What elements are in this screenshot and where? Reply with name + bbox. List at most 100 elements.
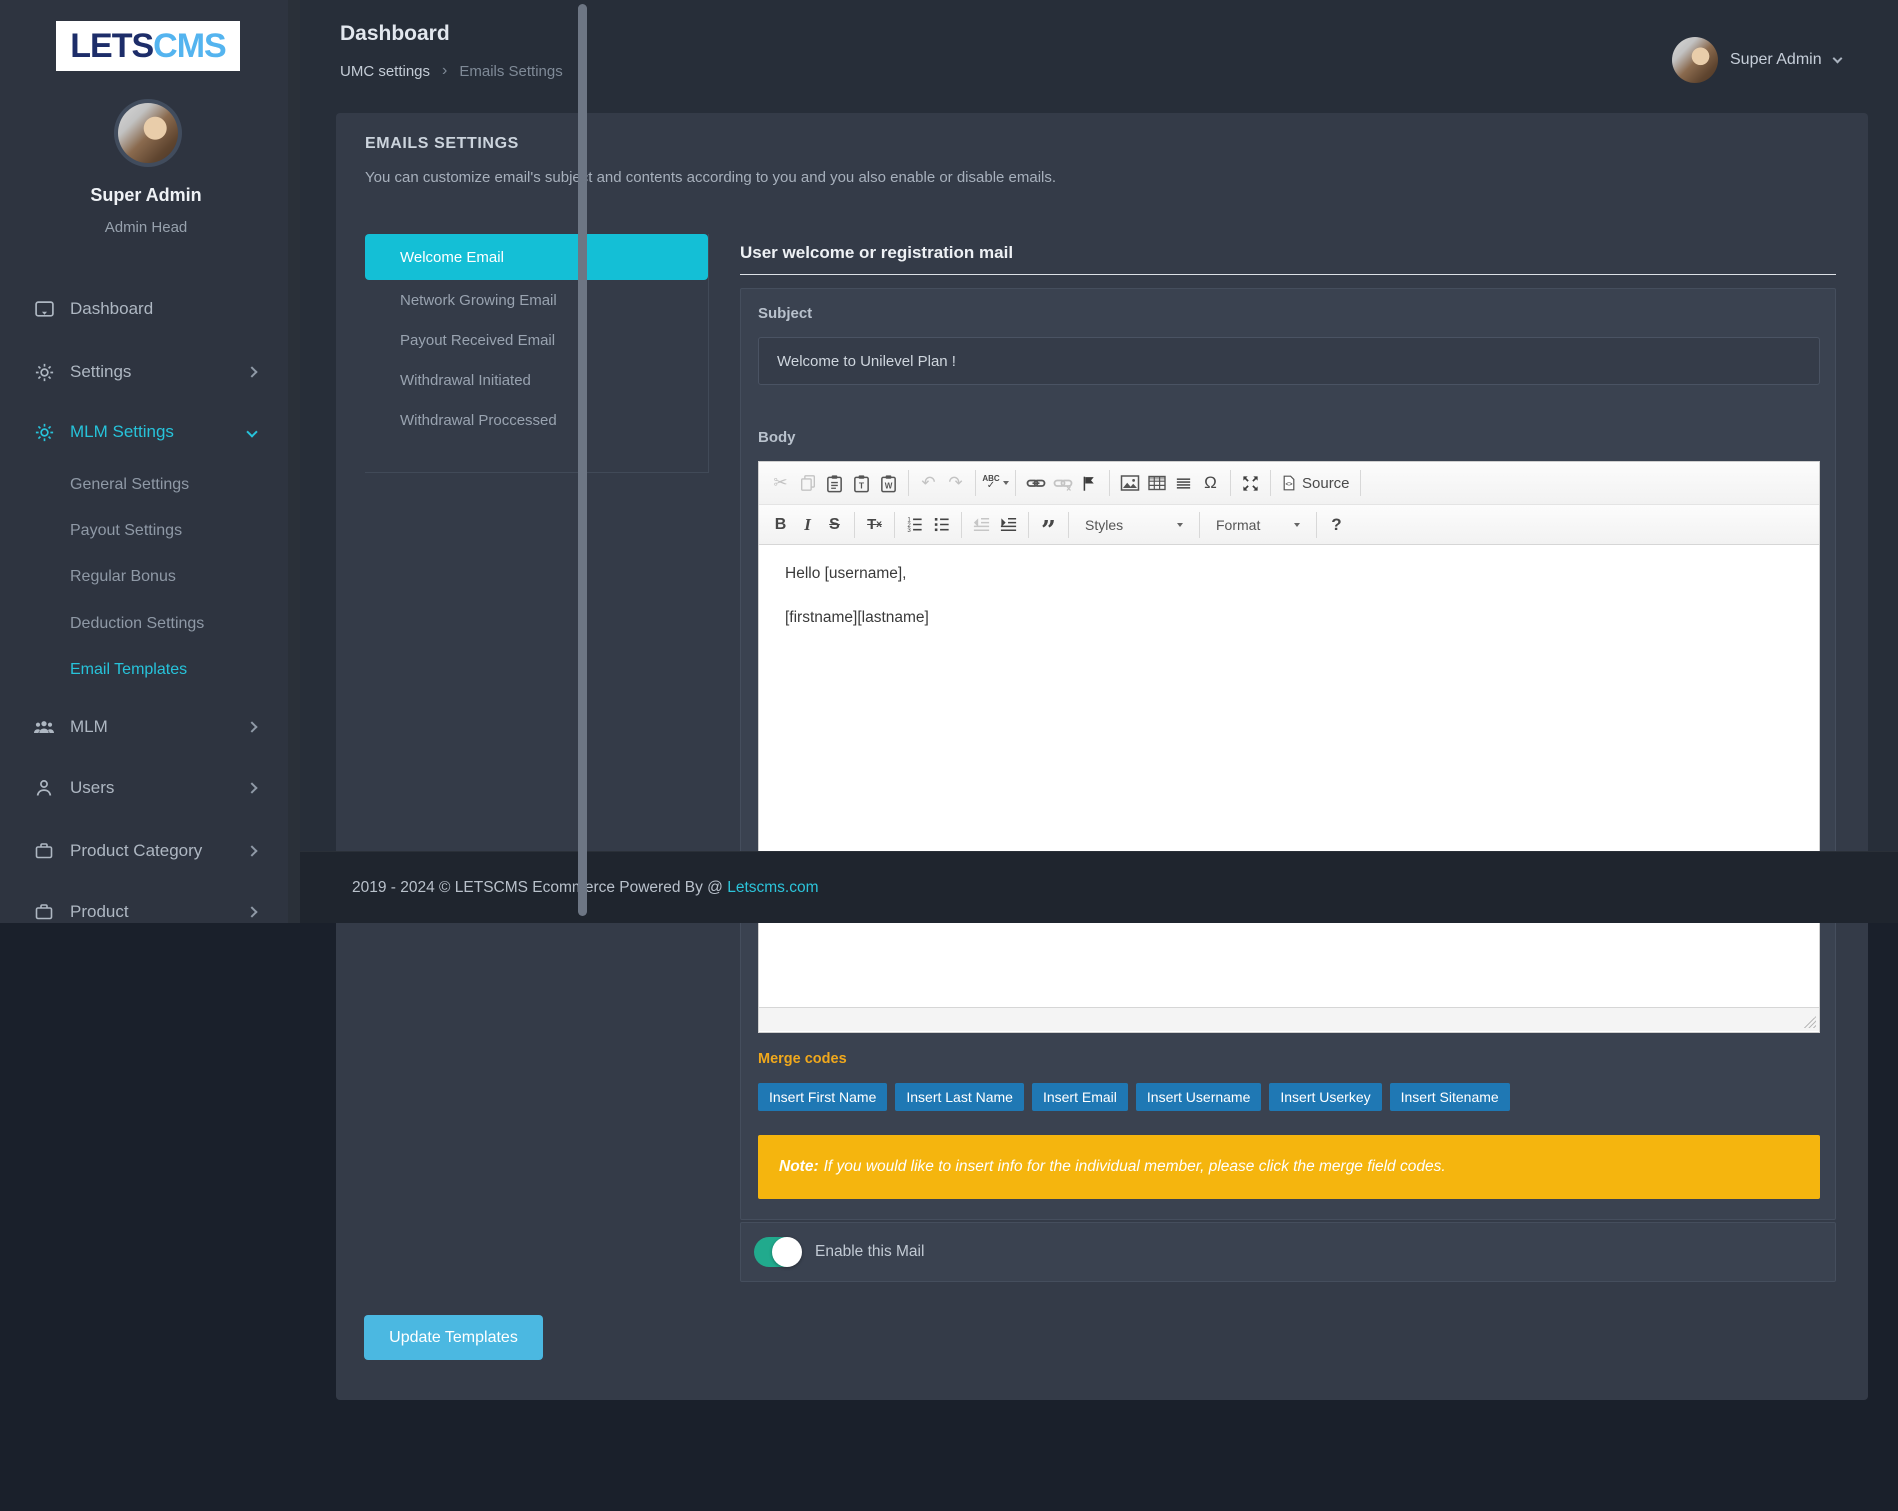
enable-mail-toggle[interactable] <box>754 1237 800 1267</box>
subject-label: Subject <box>758 305 812 322</box>
sidebar-scrollbar[interactable] <box>288 0 300 923</box>
briefcase-icon <box>33 902 55 922</box>
anchor-flag-icon[interactable] <box>1076 468 1103 498</box>
insert-username-button[interactable]: Insert Username <box>1136 1083 1261 1111</box>
undo-icon[interactable]: ↶ <box>915 468 942 498</box>
unlink-icon[interactable] <box>1049 468 1076 498</box>
sidebar-item-settings[interactable]: Settings <box>0 355 292 389</box>
sidebar-item-users[interactable]: Users <box>0 771 292 805</box>
card-description: You can customize email's subject and co… <box>365 169 1056 186</box>
bullet-list-icon[interactable] <box>928 510 955 540</box>
sidebar-item-general-settings[interactable]: General Settings <box>70 470 280 500</box>
table-icon[interactable] <box>1143 468 1170 498</box>
indent-icon[interactable] <box>995 510 1022 540</box>
toolbar-separator <box>1015 470 1016 496</box>
email-template-tabs: Welcome Email Network Growing Email Payo… <box>365 234 708 440</box>
sidebar-item-mlm[interactable]: MLM <box>0 710 292 744</box>
breadcrumb-separator-icon: › <box>442 62 447 80</box>
spellcheck-icon[interactable]: ABC ✓ <box>982 468 1009 498</box>
tab-withdrawal-proccessed[interactable]: Withdrawal Proccessed <box>365 400 708 440</box>
insert-userkey-button[interactable]: Insert Userkey <box>1269 1083 1381 1111</box>
editor-paragraph: Hello [username], <box>785 565 1819 583</box>
tab-withdrawal-initiated[interactable]: Withdrawal Initiated <box>365 360 708 400</box>
footer-link[interactable]: Letscms.com <box>727 879 818 896</box>
scrollbar-thumb[interactable] <box>578 4 587 916</box>
sidebar-item-payout-settings[interactable]: Payout Settings <box>70 516 280 546</box>
breadcrumb-umc-settings[interactable]: UMC settings <box>340 63 430 80</box>
emails-settings-card: EMAILS SETTINGS You can customize email'… <box>336 113 1868 1400</box>
toolbar-separator <box>894 512 895 538</box>
dropdown-arrow-icon <box>1177 523 1183 527</box>
insert-first-name-button[interactable]: Insert First Name <box>758 1083 887 1111</box>
remove-format-icon[interactable]: Tx <box>861 510 888 540</box>
breadcrumb-emails-settings: Emails Settings <box>459 63 562 80</box>
tab-welcome-email[interactable]: Welcome Email <box>365 234 708 280</box>
sidebar-item-regular-bonus[interactable]: Regular Bonus <box>70 562 280 592</box>
header-user-menu[interactable]: Super Admin <box>1672 37 1841 83</box>
sidebar: LETSCMS Super Admin Admin Head Dashboard… <box>0 0 300 923</box>
numbered-list-icon[interactable]: 123 <box>901 510 928 540</box>
svg-text:W: W <box>885 481 893 490</box>
section-title: User welcome or registration mail <box>740 243 1013 263</box>
image-icon[interactable] <box>1116 468 1143 498</box>
strikethrough-icon[interactable]: S <box>821 510 848 540</box>
insert-last-name-button[interactable]: Insert Last Name <box>895 1083 1024 1111</box>
about-icon[interactable]: ? <box>1323 510 1350 540</box>
logo[interactable]: LETSCMS <box>56 21 240 71</box>
sidebar-item-product-category[interactable]: Product Category <box>0 834 292 868</box>
bold-icon[interactable]: B <box>767 510 794 540</box>
special-char-omega-icon[interactable]: Ω <box>1197 468 1224 498</box>
sidebar-item-deduction-settings[interactable]: Deduction Settings <box>70 609 280 639</box>
blockquote-icon[interactable]: ” <box>1035 510 1062 540</box>
subject-input[interactable]: Welcome to Unilevel Plan ! <box>758 337 1820 385</box>
body-label: Body <box>758 429 796 446</box>
note-prefix: Note: <box>779 1158 819 1176</box>
cut-icon[interactable]: ✂ <box>767 468 794 498</box>
email-form-panel: Subject Welcome to Unilevel Plan ! Body … <box>740 288 1836 1220</box>
svg-text:3: 3 <box>907 527 911 534</box>
header-avatar <box>1672 37 1718 83</box>
chevron-right-icon <box>246 721 257 732</box>
insert-email-button[interactable]: Insert Email <box>1032 1083 1128 1111</box>
sidebar-avatar <box>114 99 182 167</box>
chevron-down-icon <box>1832 54 1842 64</box>
sidebar-item-mlm-settings[interactable]: MLM Settings <box>0 415 292 449</box>
sidebar-item-product[interactable]: Product <box>0 895 292 929</box>
paste-icon[interactable] <box>821 468 848 498</box>
header-user-name: Super Admin <box>1730 51 1822 69</box>
resize-grip-icon[interactable] <box>1804 1016 1816 1028</box>
source-button[interactable]: <> Source <box>1277 468 1354 498</box>
chevron-right-icon <box>246 366 257 377</box>
user-icon <box>33 778 55 798</box>
horizontal-rule-icon[interactable] <box>1170 468 1197 498</box>
rich-text-editor: ✂ T W ↶ ↷ <box>758 461 1820 1033</box>
styles-dropdown[interactable]: Styles <box>1075 510 1193 540</box>
breadcrumb: UMC settings › Emails Settings <box>340 62 563 80</box>
paste-as-text-icon[interactable]: T <box>848 468 875 498</box>
editor-content[interactable]: Hello [username], [firstname][lastname] <box>759 545 1819 1007</box>
note-banner: Note: If you would like to insert info f… <box>758 1135 1820 1199</box>
tab-network-growing-email[interactable]: Network Growing Email <box>365 280 708 320</box>
sidebar-item-dashboard[interactable]: Dashboard <box>0 292 292 326</box>
sidebar-user-role: Admin Head <box>0 219 292 236</box>
outdent-icon[interactable] <box>968 510 995 540</box>
dropdown-arrow-icon <box>1294 523 1300 527</box>
maximize-icon[interactable] <box>1237 468 1264 498</box>
toolbar-separator <box>1230 470 1231 496</box>
format-dropdown[interactable]: Format <box>1206 510 1310 540</box>
redo-icon[interactable]: ↷ <box>942 468 969 498</box>
insert-sitename-button[interactable]: Insert Sitename <box>1390 1083 1510 1111</box>
update-templates-button[interactable]: Update Templates <box>364 1315 543 1360</box>
copy-icon[interactable] <box>794 468 821 498</box>
page-title: Dashboard <box>340 22 450 46</box>
toolbar-separator <box>1068 512 1069 538</box>
paste-from-word-icon[interactable]: W <box>875 468 902 498</box>
section-divider <box>740 274 1836 275</box>
editor-paragraph: [firstname][lastname] <box>785 609 1819 627</box>
enable-mail-row: Enable this Mail <box>740 1222 1836 1282</box>
italic-icon[interactable]: I <box>794 510 821 540</box>
sidebar-item-email-templates[interactable]: Email Templates <box>70 655 280 685</box>
svg-text:T: T <box>859 480 865 490</box>
link-icon[interactable] <box>1022 468 1049 498</box>
tab-payout-received-email[interactable]: Payout Received Email <box>365 320 708 360</box>
